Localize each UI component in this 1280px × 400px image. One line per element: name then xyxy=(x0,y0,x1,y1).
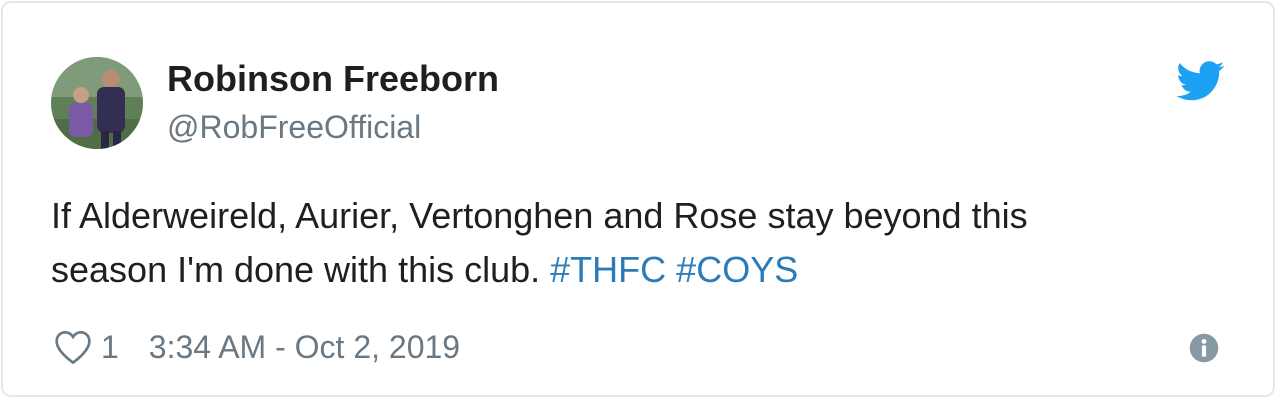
timestamp[interactable]: 3:34 AM - Oct 2, 2019 xyxy=(149,329,460,366)
twitter-bird-icon[interactable] xyxy=(1177,61,1225,101)
user-handle[interactable]: @RobFreeOfficial xyxy=(167,107,421,147)
hashtag-thfc[interactable]: #THFC xyxy=(550,249,666,290)
tweet-card[interactable]: Robinson Freeborn @RobFreeOfficial If Al… xyxy=(1,1,1275,397)
heart-icon[interactable] xyxy=(53,329,93,365)
avatar-image xyxy=(51,57,143,149)
tweet-text-line-1: If Alderweireld, Aurier, Vertonghen and … xyxy=(51,195,1028,236)
tweet-footer: 1 3:34 AM - Oct 2, 2019 xyxy=(53,323,460,371)
tweet-text-line-2: season I'm done with this club. xyxy=(51,249,541,290)
avatar[interactable] xyxy=(51,57,143,149)
info-icon[interactable] xyxy=(1189,333,1219,363)
tweet-text: If Alderweireld, Aurier, Vertonghen and … xyxy=(51,189,1231,297)
hashtag-coys[interactable]: #COYS xyxy=(676,249,798,290)
like-count[interactable]: 1 xyxy=(101,329,119,366)
display-name[interactable]: Robinson Freeborn xyxy=(167,57,499,101)
